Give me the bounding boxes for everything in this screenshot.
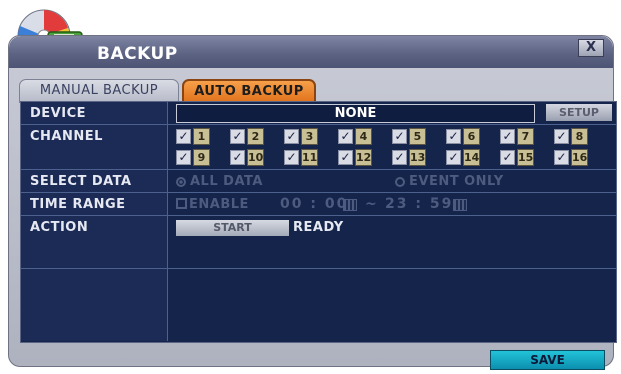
setup-button[interactable]: SETUP [546,104,612,121]
select-data-row: SELECT DATA ALL DATA EVENT ONLY [21,170,616,193]
channel-checkbox[interactable]: ✓ 6 [446,127,494,145]
radio-all-data-label: ALL DATA [190,174,263,189]
enable-label: ENABLE [189,197,249,212]
settings-panel: DEVICE NONE SETUP CHANNEL ✓ 1 ✓ 2 ✓ 3 ✓ 4 ✓ 5 ✓ 6 ✓ 7… [20,101,617,343]
channel-row: CHANNEL ✓ 1 ✓ 2 ✓ 3 ✓ 4 ✓ 5 ✓ 6 ✓ 7 ✓ 8 ✓ 9 ✓ 10 ✓ 11 ✓ 12 ✓ 13 ✓ 1… [21,125,616,170]
save-button[interactable]: SAVE [490,350,605,370]
channel-checkbox[interactable]: ✓ 9 [176,148,224,166]
checkbox-checked-icon: ✓ [338,129,353,144]
checkbox-checked-icon: ✓ [554,150,569,165]
channel-number: 15 [517,149,534,166]
checkbox-checked-icon: ✓ [392,150,407,165]
channel-number: 8 [571,128,588,145]
checkbox-checked-icon: ✓ [230,150,245,165]
channel-number: 7 [517,128,534,145]
radio-event-only-label: EVENT ONLY [409,174,504,189]
channel-number: 13 [409,149,426,166]
channel-checkbox[interactable]: ✓ 11 [284,148,332,166]
channel-number: 11 [301,149,318,166]
checkbox-icon [176,198,187,209]
channel-checkbox[interactable]: ✓ 5 [392,127,440,145]
time-range-label: TIME RANGE [30,197,126,212]
channel-checkbox[interactable]: ✓ 14 [446,148,494,166]
time-range-row: TIME RANGE ENABLE 00 : 00 ~ 23 : 59 [21,193,616,216]
start-time-picker-icon[interactable] [343,199,357,211]
device-label: DEVICE [30,106,86,121]
channel-checkbox[interactable]: ✓ 15 [500,148,548,166]
time-separator: ~ [365,196,379,212]
checkbox-checked-icon: ✓ [554,129,569,144]
checkbox-checked-icon: ✓ [338,150,353,165]
device-field[interactable]: NONE [176,104,535,123]
checkbox-checked-icon: ✓ [284,150,299,165]
radio-all-data[interactable]: ALL DATA [176,174,263,189]
channel-number: 6 [463,128,480,145]
channel-number: 5 [409,128,426,145]
action-label: ACTION [30,220,89,235]
close-button[interactable]: X [578,39,604,57]
channel-checkbox[interactable]: ✓ 16 [554,148,602,166]
checkbox-checked-icon: ✓ [284,129,299,144]
channel-checkbox[interactable]: ✓ 10 [230,148,278,166]
checkbox-checked-icon: ✓ [500,129,515,144]
channel-checkbox[interactable]: ✓ 13 [392,148,440,166]
channel-number: 1 [193,128,210,145]
start-button[interactable]: START [176,220,289,236]
channel-number: 16 [571,149,588,166]
channel-label: CHANNEL [30,129,103,144]
device-row: DEVICE NONE SETUP [21,102,616,125]
action-row: ACTION START READY [21,216,616,269]
channel-number: 9 [193,149,210,166]
radio-selected-icon [176,177,186,187]
channel-checkbox[interactable]: ✓ 1 [176,127,224,145]
channel-number: 2 [247,128,264,145]
checkbox-checked-icon: ✓ [500,150,515,165]
channel-checkbox[interactable]: ✓ 7 [500,127,548,145]
empty-row [21,269,616,341]
start-time-field[interactable]: 00 : 00 [280,196,348,212]
enable-checkbox[interactable]: ENABLE [176,197,249,212]
checkbox-checked-icon: ✓ [446,129,461,144]
select-data-label: SELECT DATA [30,174,132,189]
channel-checkbox[interactable]: ✓ 8 [554,127,602,145]
channel-checkbox[interactable]: ✓ 3 [284,127,332,145]
checkbox-checked-icon: ✓ [176,129,191,144]
radio-event-only[interactable]: EVENT ONLY [395,174,504,189]
channel-number: 14 [463,149,480,166]
window-title: BACKUP [97,44,178,64]
channel-checkbox[interactable]: ✓ 4 [338,127,386,145]
tab-manual-backup[interactable]: MANUAL BACKUP [19,79,179,103]
channel-number: 12 [355,149,372,166]
title-bar: BACKUP X [9,36,613,68]
end-time-picker-icon[interactable] [453,199,467,211]
channel-number: 3 [301,128,318,145]
checkbox-checked-icon: ✓ [230,129,245,144]
checkbox-checked-icon: ✓ [176,150,191,165]
channel-number: 4 [355,128,372,145]
channel-checkbox[interactable]: ✓ 2 [230,127,278,145]
radio-unselected-icon [395,177,405,187]
end-time-field[interactable]: 23 : 59 [385,196,453,212]
status-text: READY [293,220,344,235]
channel-checkbox[interactable]: ✓ 12 [338,148,386,166]
channel-number: 10 [247,149,264,166]
checkbox-checked-icon: ✓ [392,129,407,144]
checkbox-checked-icon: ✓ [446,150,461,165]
